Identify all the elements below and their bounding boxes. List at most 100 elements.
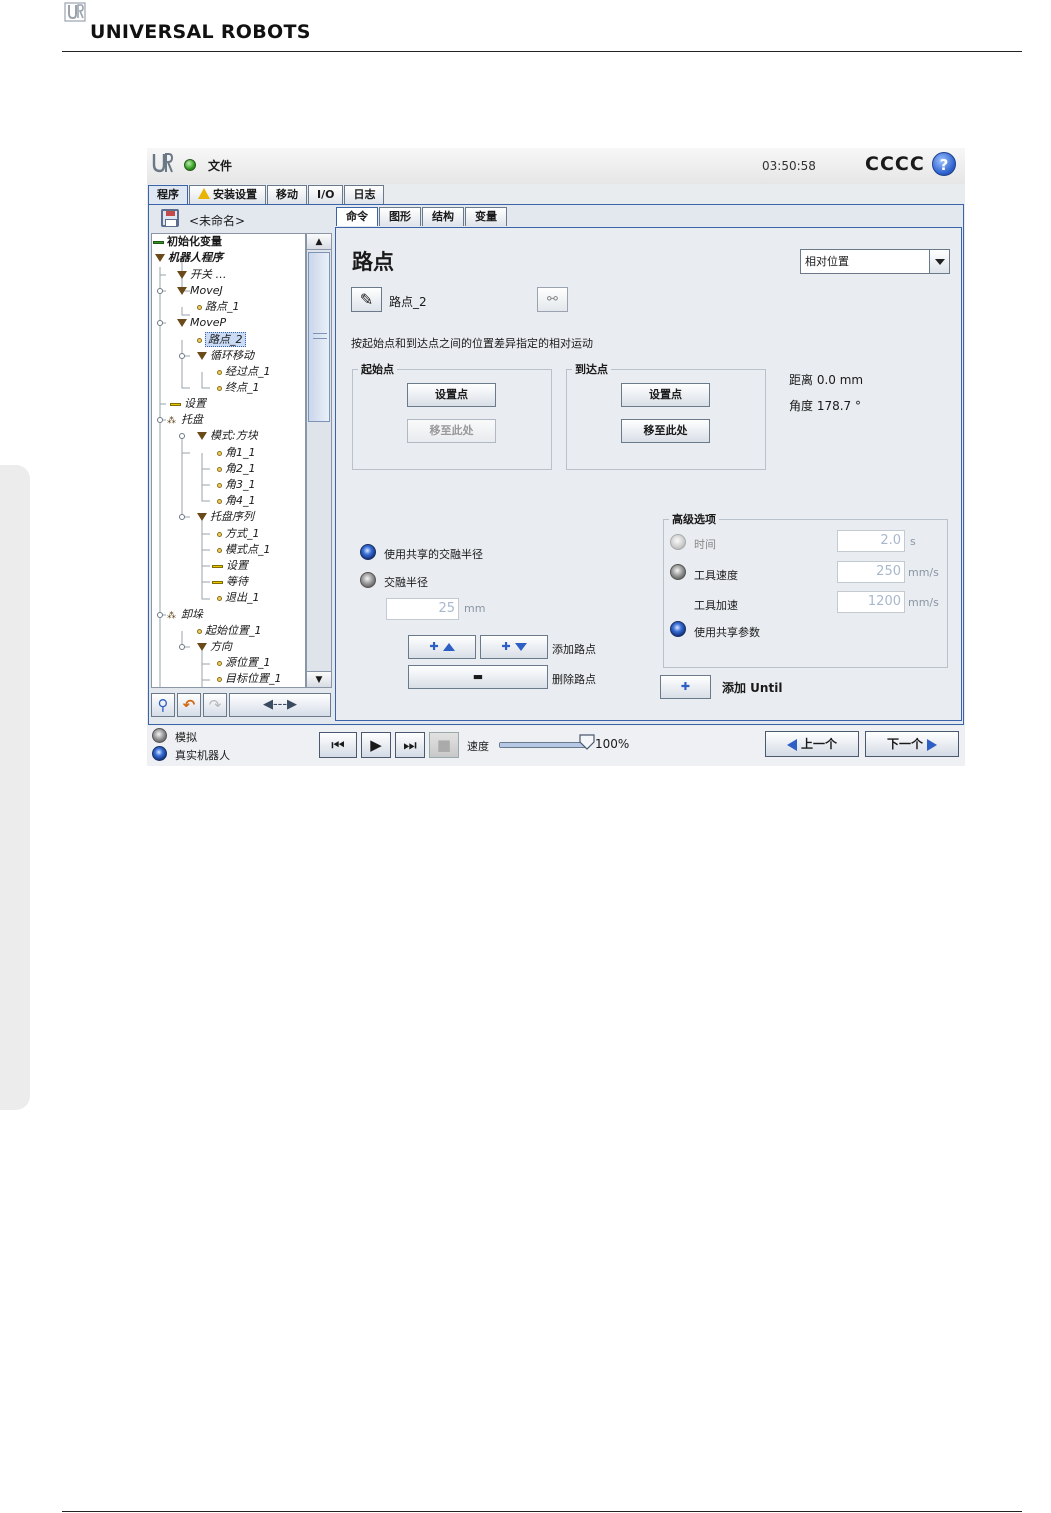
arrow-right-icon — [927, 738, 937, 751]
tab-io[interactable]: I/O — [308, 185, 344, 204]
tree-item[interactable]: 机器人程序 — [155, 250, 223, 266]
shared-params-radio[interactable] — [670, 621, 686, 637]
tree-item[interactable]: 等待 — [212, 574, 248, 590]
step-icon[interactable]: ⏭ — [395, 732, 425, 758]
pencil-icon[interactable]: ✎ — [351, 287, 382, 312]
scroll-thumb[interactable] — [308, 252, 330, 422]
search-icon[interactable]: ⚲ — [151, 693, 175, 717]
blend-shared-radio[interactable] — [360, 544, 376, 560]
tree-item[interactable]: 循环移动 — [197, 348, 254, 364]
advanced-options-group: 高级选项 — [663, 511, 948, 668]
speed-label: 速度 — [467, 740, 489, 753]
add-until-button[interactable]: ✚ — [660, 675, 711, 699]
tree-item[interactable]: 角1_1 — [217, 445, 256, 461]
tool-accel-label: 工具加速 — [694, 599, 738, 612]
waypoint-icon — [217, 595, 222, 601]
tree-item[interactable]: 经过点_1 — [217, 364, 271, 380]
tree-item[interactable]: 角2_1 — [217, 461, 256, 477]
tool-speed-radio[interactable] — [670, 564, 686, 580]
waypoint-icon — [217, 385, 222, 391]
scroll-down-icon[interactable]: ▼ — [307, 671, 331, 687]
add-waypoint-before-button[interactable]: ✚ — [408, 635, 476, 659]
blend-radius-radio[interactable] — [360, 572, 376, 588]
previous-button[interactable]: 上一个 — [765, 731, 859, 757]
tree-item[interactable]: 起始位置_1 — [197, 623, 262, 639]
tree-item[interactable]: 设置 — [212, 558, 248, 574]
tab-structure[interactable]: 结构 — [422, 207, 464, 226]
from-move-here-button[interactable]: 移至此处 — [407, 419, 496, 443]
waypoint-icon — [217, 547, 222, 553]
simulation-radio[interactable] — [152, 728, 167, 743]
position-mode-select[interactable]: 相对位置 — [800, 249, 950, 274]
blend-radius-input[interactable]: 25 — [386, 598, 459, 620]
help-icon[interactable]: ? — [932, 152, 956, 176]
tab-move[interactable]: 移动 — [267, 185, 307, 204]
tree-item[interactable]: MoveJ — [177, 283, 223, 299]
next-button[interactable]: 下一个 — [865, 731, 959, 757]
tab-log[interactable]: 日志 — [344, 185, 385, 204]
tree-item[interactable]: ⁂ 卸垛 — [167, 607, 203, 623]
waypoint-icon — [217, 482, 222, 488]
tab-installation[interactable]: 安装设置 — [189, 185, 266, 204]
link-icon[interactable]: ⚯ — [537, 287, 568, 312]
expand-icon — [197, 643, 207, 651]
tree-item[interactable]: 托盘序列 — [197, 509, 254, 525]
to-point-legend: 到达点 — [575, 363, 608, 376]
add-waypoint-after-button[interactable]: ✚ — [480, 635, 548, 659]
tree-item[interactable]: 角4_1 — [217, 493, 256, 509]
save-icon[interactable] — [161, 209, 179, 227]
tree-item[interactable]: 模式点_1 — [217, 542, 271, 558]
tree-item[interactable]: 源位置_1 — [217, 655, 271, 671]
tab-variables[interactable]: 变量 — [465, 207, 507, 226]
rewind-icon[interactable]: ⏮ — [319, 732, 357, 758]
program-panel: <未命名> 初始化变量 机器人程序 开关 … MoveJ 路点_1 MoveP … — [148, 204, 964, 725]
waypoint-icon — [197, 337, 202, 343]
tree-item[interactable]: 设置 — [170, 396, 206, 412]
redo-icon[interactable]: ↷ — [203, 693, 227, 717]
tree-item[interactable]: 路点_1 — [197, 299, 240, 315]
time-input[interactable]: 2.0 — [837, 530, 905, 552]
tree-item[interactable]: 模式:方块 — [197, 428, 258, 444]
file-menu[interactable]: 文件 — [208, 157, 232, 174]
expand-icon — [177, 287, 187, 295]
to-move-here-button[interactable]: 移至此处 — [621, 419, 710, 443]
undo-icon[interactable]: ↶ — [177, 693, 201, 717]
tool-accel-input[interactable]: 1200 — [837, 591, 905, 613]
from-set-point-button[interactable]: 设置点 — [407, 383, 496, 407]
stop-icon[interactable]: ■ — [429, 732, 459, 758]
tree-item[interactable]: 终点_1 — [217, 380, 260, 396]
tree-item[interactable]: 方向 — [197, 639, 232, 655]
expand-collapse-icon[interactable]: ◀‑‑‑▶ — [229, 693, 331, 717]
time-radio[interactable] — [670, 534, 686, 550]
to-set-point-button[interactable]: 设置点 — [621, 383, 710, 407]
tree-item[interactable]: 初始化变量 — [153, 234, 222, 250]
speed-slider[interactable] — [499, 742, 587, 748]
warning-icon — [198, 188, 210, 199]
remove-waypoint-button[interactable]: ▬ — [408, 665, 548, 689]
tree-item[interactable]: ⁂ 托盘 — [167, 412, 203, 428]
polyscope-window: 文件 03:50:58 CCCC ? 程序 安装设置 移动 I/O 日志 <未命… — [147, 148, 965, 766]
tab-command[interactable]: 命令 — [336, 207, 378, 226]
tree-item[interactable]: 目标位置_1 — [217, 671, 282, 687]
tab-program[interactable]: 程序 — [148, 185, 188, 204]
add-until-label: 添加 Until — [722, 681, 783, 695]
tree-item-selected[interactable]: 路点_2 — [197, 332, 246, 348]
scroll-up-icon[interactable]: ▲ — [307, 234, 331, 250]
speed-slider-fill — [500, 743, 586, 747]
tree-item[interactable]: 方式_1 — [217, 526, 260, 542]
program-header: <未命名> — [151, 207, 333, 231]
tree-item[interactable]: 角3_1 — [217, 477, 256, 493]
play-icon[interactable]: ▶ — [361, 732, 391, 758]
tree-item[interactable]: 退出_1 — [217, 590, 260, 606]
chevron-down-icon[interactable] — [929, 250, 949, 273]
tree-item[interactable]: MoveP — [177, 315, 226, 331]
command-panel: 路点 相对位置 ✎ 路点_2 ⚯ 按起始点和到达点之间的位置差异指定的相对运动 … — [335, 227, 962, 721]
arrow-up-icon — [442, 643, 455, 651]
tab-graphics[interactable]: 图形 — [379, 207, 421, 226]
real-robot-radio[interactable] — [152, 746, 167, 761]
speed-slider-thumb[interactable] — [579, 734, 595, 750]
program-tree: 初始化变量 机器人程序 开关 … MoveJ 路点_1 MoveP 路点_2 循… — [151, 233, 306, 688]
tool-speed-input[interactable]: 250 — [837, 561, 905, 583]
tree-scrollbar[interactable]: ▲ ▼ — [306, 233, 332, 688]
tree-item[interactable]: 开关 … — [177, 267, 227, 283]
